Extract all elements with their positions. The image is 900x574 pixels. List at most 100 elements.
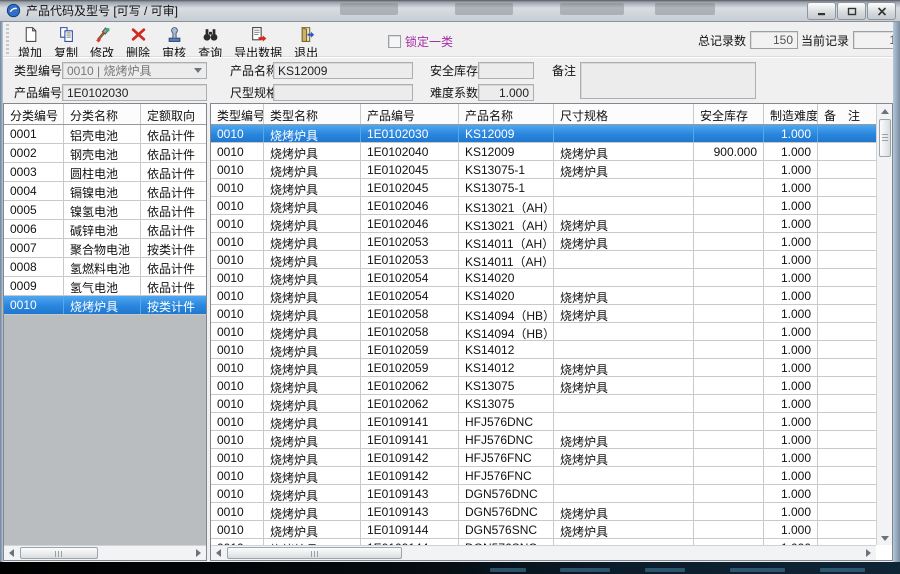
product-cell-type-no: 0010: [211, 467, 264, 484]
product-row[interactable]: 0010 烧烤炉具 1E0102053 KS14011（AH） 1.000: [211, 251, 876, 269]
product-cell-remark: [818, 377, 871, 394]
lock-category-checkbox-group: 锁定一类: [388, 33, 453, 50]
category-cell-name: 钢壳电池: [64, 144, 141, 162]
category-hscroll-thumb[interactable]: [20, 547, 98, 559]
size-spec-field[interactable]: [273, 84, 413, 101]
product-row[interactable]: 0010 烧烤炉具 1E0102045 KS13075-1 烧烤炉具 1.000: [211, 161, 876, 179]
product-hscroll-thumb[interactable]: [227, 547, 402, 559]
scroll-down-icon[interactable]: [877, 531, 892, 545]
category-row[interactable]: 0009 氢气电池 依品计件: [4, 277, 206, 296]
product-cell-type-name: 烧烤炉具: [264, 161, 361, 178]
category-grid-empty-area: [4, 315, 206, 545]
product-no-field[interactable]: 1E0102030: [62, 84, 207, 101]
product-row[interactable]: 0010 烧烤炉具 1E0109141 HFJ576DNC 烧烤炉具 1.000: [211, 431, 876, 449]
product-row[interactable]: 0010 烧烤炉具 1E0109143 DGN576DNC 1.000: [211, 485, 876, 503]
product-cell-remark: [818, 269, 871, 286]
product-row[interactable]: 0010 烧烤炉具 1E0102045 KS13075-1 1.000: [211, 179, 876, 197]
product-cell-product-no: 1E0102046: [361, 197, 459, 214]
product-cell-safety-stock: [694, 377, 764, 394]
product-cell-safety-stock: [694, 215, 764, 232]
lock-category-checkbox[interactable]: [388, 35, 401, 48]
category-row[interactable]: 0004 镉镍电池 依品计件: [4, 182, 206, 201]
product-row[interactable]: 0010 烧烤炉具 1E0102062 KS13075 1.000: [211, 395, 876, 413]
product-row[interactable]: 0010 烧烤炉具 1E0102046 KS13021（AH） 1.000: [211, 197, 876, 215]
type-no-combo[interactable]: 0010 | 烧烤炉具: [62, 62, 207, 79]
product-row[interactable]: 0010 烧烤炉具 1E0109144 DGN576SNC 烧烤炉具 1.000: [211, 521, 876, 539]
product-cell-remark: [818, 143, 871, 160]
category-cell-no: 0009: [4, 277, 64, 295]
category-cell-name: 圆柱电池: [64, 163, 141, 181]
remark-field[interactable]: [580, 62, 756, 99]
product-cell-size-spec: 烧烤炉具: [554, 161, 694, 178]
product-name-field[interactable]: KS12009: [273, 62, 413, 79]
close-button[interactable]: [867, 2, 896, 20]
background-window-artifact: [340, 3, 398, 15]
product-cell-product-no: 1E0109141: [361, 413, 459, 430]
product-row[interactable]: 0010 烧烤炉具 1E0102059 KS14012 1.000: [211, 341, 876, 359]
product-hscrollbar[interactable]: [211, 545, 876, 560]
product-cell-type-name: 烧烤炉具: [264, 143, 361, 160]
product-cell-type-no: 0010: [211, 233, 264, 250]
toolbar-gripper[interactable]: [5, 24, 10, 54]
product-row[interactable]: 0010 烧烤炉具 1E0102062 KS13075 烧烤炉具 1.000: [211, 377, 876, 395]
product-cell-difficulty: 1.000: [764, 179, 818, 196]
product-cell-difficulty: 1.000: [764, 485, 818, 502]
product-cell-product-name: HFJ576DNC: [459, 413, 554, 430]
scroll-right-icon[interactable]: [191, 546, 206, 560]
product-cell-size-spec: [554, 485, 694, 502]
product-cell-remark: [818, 341, 871, 358]
product-row[interactable]: 0010 烧烤炉具 1E0102054 KS14020 1.000: [211, 269, 876, 287]
product-cell-product-no: 1E0102040: [361, 143, 459, 160]
category-row[interactable]: 0010 烧烤炉具 按类计件: [4, 296, 206, 315]
category-row[interactable]: 0002 钢壳电池 依品计件: [4, 144, 206, 163]
category-cell-no: 0003: [4, 163, 64, 181]
category-cell-quota: 依品计件: [141, 125, 206, 143]
product-row[interactable]: 0010 烧烤炉具 1E0109142 HFJ576FNC 1.000: [211, 467, 876, 485]
scroll-right-icon[interactable]: [861, 546, 876, 560]
category-row[interactable]: 0007 聚合物电池 按类计件: [4, 239, 206, 258]
scroll-left-icon[interactable]: [211, 546, 226, 560]
product-row[interactable]: 0010 烧烤炉具 1E0102059 KS14012 烧烤炉具 1.000: [211, 359, 876, 377]
product-row[interactable]: 0010 烧烤炉具 1E0109143 DGN576DNC 烧烤炉具 1.000: [211, 503, 876, 521]
safety-stock-field[interactable]: [478, 62, 534, 79]
product-cell-size-spec: 烧烤炉具: [554, 359, 694, 376]
difficulty-field[interactable]: 1.000: [478, 84, 534, 101]
product-cell-safety-stock: [694, 179, 764, 196]
product-cell-safety-stock: [694, 413, 764, 430]
product-name-label: 产品名称: [230, 63, 278, 79]
product-cell-safety-stock: [694, 269, 764, 286]
category-hscrollbar[interactable]: [4, 545, 206, 560]
product-row[interactable]: 0010 烧烤炉具 1E0102040 KS12009 烧烤炉具 900.000…: [211, 143, 876, 161]
product-cell-remark: [818, 467, 871, 484]
product-row[interactable]: 0010 烧烤炉具 1E0102030 KS12009 1.000: [211, 125, 876, 143]
category-row[interactable]: 0006 碱锌电池 依品计件: [4, 220, 206, 239]
product-header-type-name: 类型名称: [264, 104, 361, 124]
window-border-left: [0, 22, 3, 562]
export-page-arrow-icon: [250, 26, 267, 43]
scroll-up-icon[interactable]: [877, 104, 892, 118]
product-cell-type-no: 0010: [211, 341, 264, 358]
product-row[interactable]: 0010 烧烤炉具 1E0109141 HFJ576DNC 1.000: [211, 413, 876, 431]
product-cell-safety-stock: [694, 125, 764, 142]
product-cell-product-name: KS14094（HB）: [459, 305, 554, 322]
category-row[interactable]: 0008 氢燃料电池 依品计件: [4, 258, 206, 277]
product-row[interactable]: 0010 烧烤炉具 1E0102053 KS14011（AH） 烧烤炉具 1.0…: [211, 233, 876, 251]
product-cell-difficulty: 1.000: [764, 449, 818, 466]
product-cell-safety-stock: [694, 395, 764, 412]
product-vscroll-thumb[interactable]: [879, 119, 891, 157]
category-row[interactable]: 0003 圆柱电池 依品计件: [4, 163, 206, 182]
new-document-icon: [22, 26, 39, 43]
product-row[interactable]: 0010 烧烤炉具 1E0109142 HFJ576FNC 烧烤炉具 1.000: [211, 449, 876, 467]
product-cell-product-no: 1E0102058: [361, 305, 459, 322]
product-row[interactable]: 0010 烧烤炉具 1E0102054 KS14020 烧烤炉具 1.000: [211, 287, 876, 305]
product-cell-safety-stock: [694, 323, 764, 340]
product-row[interactable]: 0010 烧烤炉具 1E0102046 KS13021（AH） 烧烤炉具 1.0…: [211, 215, 876, 233]
product-row[interactable]: 0010 烧烤炉具 1E0102058 KS14094（HB） 烧烤炉具 1.0…: [211, 305, 876, 323]
product-row[interactable]: 0010 烧烤炉具 1E0102058 KS14094（HB） 1.000: [211, 323, 876, 341]
category-row[interactable]: 0005 镍氢电池 依品计件: [4, 201, 206, 220]
restore-button[interactable]: [837, 2, 866, 20]
minimize-button[interactable]: [807, 2, 836, 20]
category-row[interactable]: 0001 铝壳电池 依品计件: [4, 125, 206, 144]
scroll-left-icon[interactable]: [4, 546, 19, 560]
product-vscrollbar[interactable]: [876, 104, 892, 545]
